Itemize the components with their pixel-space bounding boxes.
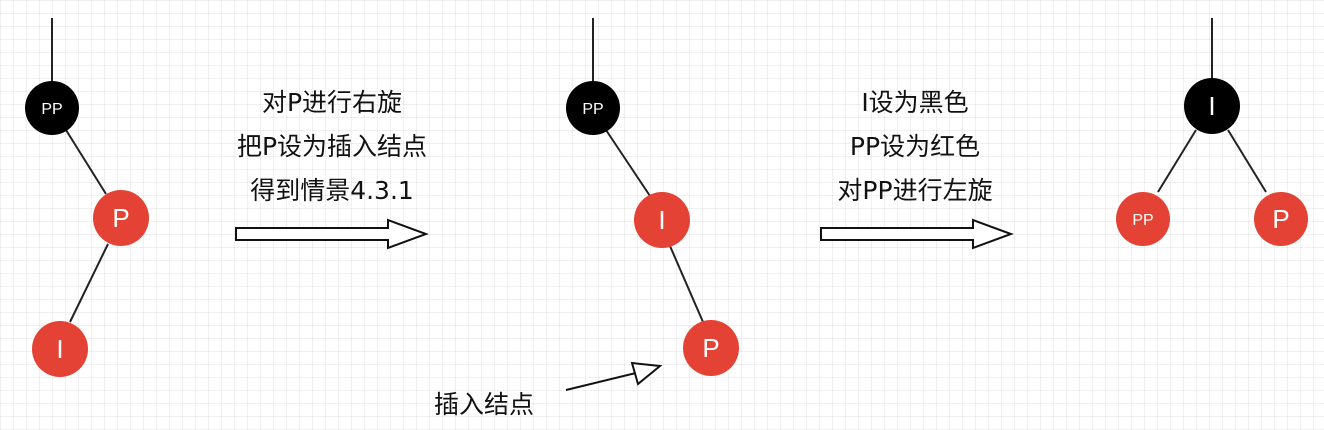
tree-2-node-p: P — [683, 320, 739, 376]
tree-3-node-pp-label: PP — [1132, 212, 1153, 229]
tree-2-node-p-label: P — [702, 333, 719, 363]
tree-3-node-p-label: P — [1272, 204, 1289, 234]
tree-1-node-p-label: P — [112, 203, 129, 233]
tree-1-node-p: P — [93, 190, 149, 246]
tree-3-edge-i-pp — [1157, 129, 1197, 193]
tree-1: PP P I — [25, 18, 149, 377]
tree-1-edge-pp-p — [65, 129, 107, 195]
rotation-diagram: PP P I 对P进行右旋 把P设为插入结点 得到情景4.3.1 PP I P … — [25, 18, 1308, 419]
step-1-line-3: 得到情景4.3.1 — [250, 176, 414, 205]
tree-1-edge-p-i — [69, 243, 109, 323]
tree-2-node-i: I — [634, 192, 690, 248]
tree-1-node-pp-label: PP — [41, 101, 62, 118]
tree-1-node-i: I — [32, 321, 88, 377]
tree-3: I PP P — [1116, 18, 1308, 246]
tree-3-node-pp: PP — [1116, 192, 1170, 246]
step-2-line-3: 对PP进行左旋 — [837, 176, 992, 205]
tree-2-node-pp-label: PP — [582, 101, 603, 118]
step-1-arrow-icon — [235, 218, 429, 250]
step-1: 对P进行右旋 把P设为插入结点 得到情景4.3.1 — [235, 88, 429, 250]
tree-2-edge-pp-i — [605, 129, 651, 197]
step-2-line-2: PP设为红色 — [850, 132, 980, 161]
step-2: I设为黑色 PP设为红色 对PP进行左旋 — [820, 88, 1014, 250]
tree-3-node-i-label: I — [1208, 91, 1215, 121]
step-1-line-2: 把P设为插入结点 — [237, 132, 427, 161]
tree-3-node-p: P — [1254, 192, 1308, 246]
annotation-arrow-icon — [565, 361, 663, 391]
tree-1-node-pp: PP — [25, 81, 79, 135]
tree-2-node-pp: PP — [566, 81, 620, 135]
tree-2: PP I P 插入结点 — [434, 18, 739, 419]
step-2-line-1: I设为黑色 — [861, 88, 968, 117]
step-2-arrow-icon — [820, 218, 1014, 250]
tree-2-annotation: 插入结点 — [434, 390, 534, 419]
tree-2-edge-i-p — [669, 245, 704, 323]
tree-3-node-i: I — [1184, 78, 1240, 134]
tree-3-edge-i-p — [1227, 129, 1267, 193]
tree-2-node-i-label: I — [658, 205, 665, 235]
step-1-line-1: 对P进行右旋 — [262, 88, 402, 117]
tree-1-node-i-label: I — [56, 334, 63, 364]
